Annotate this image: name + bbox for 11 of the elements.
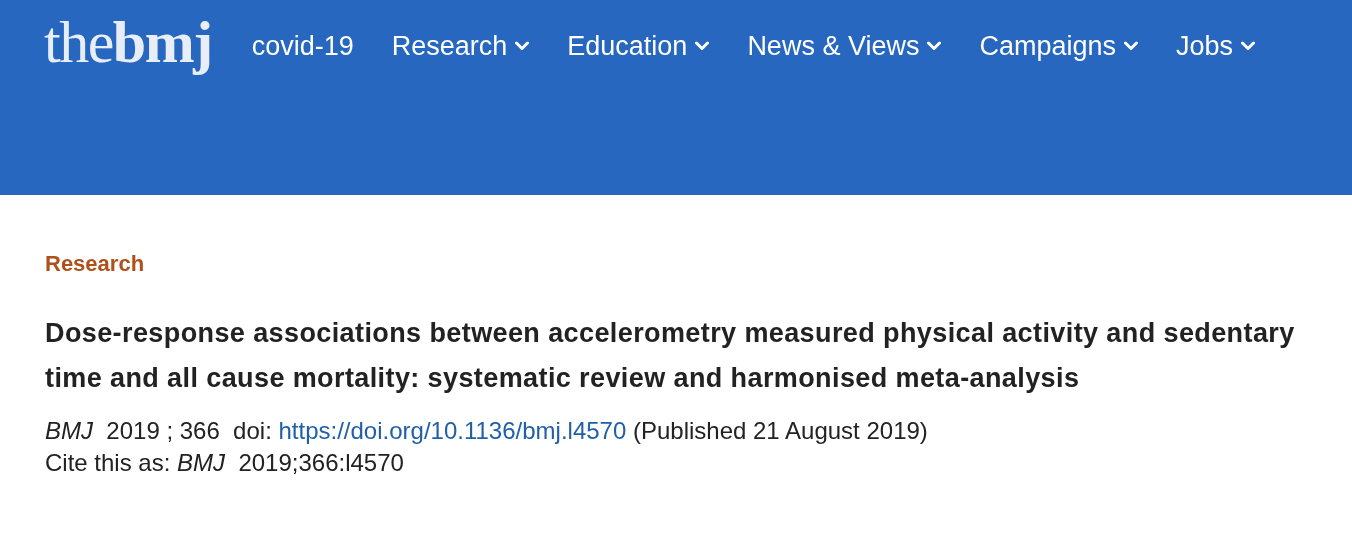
nav-link[interactable]: Campaigns: [979, 26, 1138, 67]
nav-link[interactable]: Education: [567, 26, 710, 67]
nav-link[interactable]: News & Views: [747, 26, 942, 67]
nav-link[interactable]: Research: [391, 26, 530, 67]
nav-link[interactable]: Jobs: [1176, 26, 1256, 67]
citation-line: BMJ 2019 ; 366 doi: https://doi.org/10.1136/bmj.l4570 (Published 21 August 2019): [45, 416, 929, 446]
article-title: Dose-response associations between accelerometry measured physical activity and sedentary time and all cause mortality: systematic review and harmonised meta-analysis: [45, 317, 1296, 395]
doi-link[interactable]: https://doi.org/10.1136/bmj.l4570: [278, 417, 627, 444]
nav-link[interactable]: covid-19: [251, 26, 354, 67]
cite-as-line: Cite this as: BMJ 2019;366:l4570: [45, 448, 405, 478]
section-label: Research: [45, 250, 146, 278]
